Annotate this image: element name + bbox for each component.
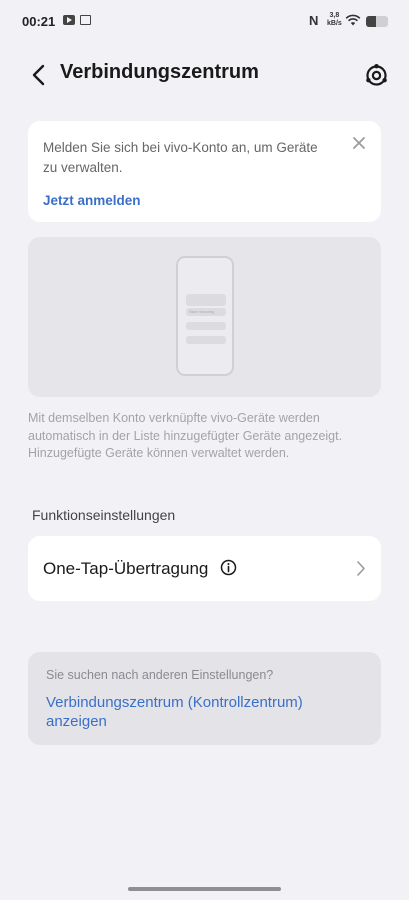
close-icon — [353, 137, 365, 149]
phone-top-row — [186, 284, 226, 291]
phone-label-row: Start mirroring — [186, 308, 226, 316]
back-arrow-icon — [32, 64, 45, 86]
login-card: Melden Sie sich bei vivo-Konto an, um Ge… — [28, 121, 381, 222]
section-title: Funktionseinstellungen — [32, 507, 176, 523]
phone-row — [186, 322, 226, 330]
other-settings-card: Sie suchen nach anderen Einstellungen? V… — [28, 652, 381, 745]
login-link[interactable]: Jetzt anmelden — [43, 193, 141, 208]
close-button[interactable] — [351, 135, 367, 151]
home-indicator[interactable] — [128, 887, 281, 891]
device-illustration: Start mirroring — [28, 237, 381, 397]
other-settings-question: Sie suchen nach anderen Einstellungen? — [46, 668, 274, 682]
message-icon — [80, 15, 91, 25]
wifi-icon — [345, 14, 361, 26]
status-time: 00:21 — [22, 14, 56, 29]
info-icon[interactable] — [220, 559, 237, 576]
one-tap-transfer-item[interactable]: One-Tap-Übertragung — [28, 536, 381, 601]
battery-fill — [366, 16, 376, 27]
control-center-link[interactable]: Verbindungszentrum (Kontrollzentrum) anz… — [46, 693, 356, 731]
phone-illustration: Start mirroring — [176, 256, 234, 376]
status-bar: 00:21 N 3,8 kB/s — [0, 0, 409, 44]
phone-row — [186, 336, 226, 344]
battery-icon — [366, 16, 388, 27]
settings-button[interactable] — [364, 63, 389, 88]
youtube-icon — [63, 15, 75, 25]
screen: 00:21 N 3,8 kB/s Verbindungszentrum Meld… — [0, 0, 409, 900]
phone-label: Start mirroring — [189, 309, 215, 314]
chevron-right-icon — [357, 561, 365, 576]
settings-gear-icon — [366, 64, 387, 86]
one-tap-label: One-Tap-Übertragung — [43, 559, 209, 578]
nfc-icon: N — [309, 13, 319, 28]
login-message: Melden Sie sich bei vivo-Konto an, um Ge… — [43, 140, 318, 175]
network-speed-unit: kB/s — [327, 20, 342, 27]
phone-block — [186, 294, 226, 306]
network-speed-value: 3,8 — [329, 12, 340, 19]
back-button[interactable] — [26, 62, 50, 88]
page-title: Verbindungszentrum — [60, 61, 259, 83]
description-text: Mit demselben Konto verknüpfte vivo-Gerä… — [28, 411, 343, 460]
network-speed: 3,8 kB/s — [327, 12, 342, 28]
